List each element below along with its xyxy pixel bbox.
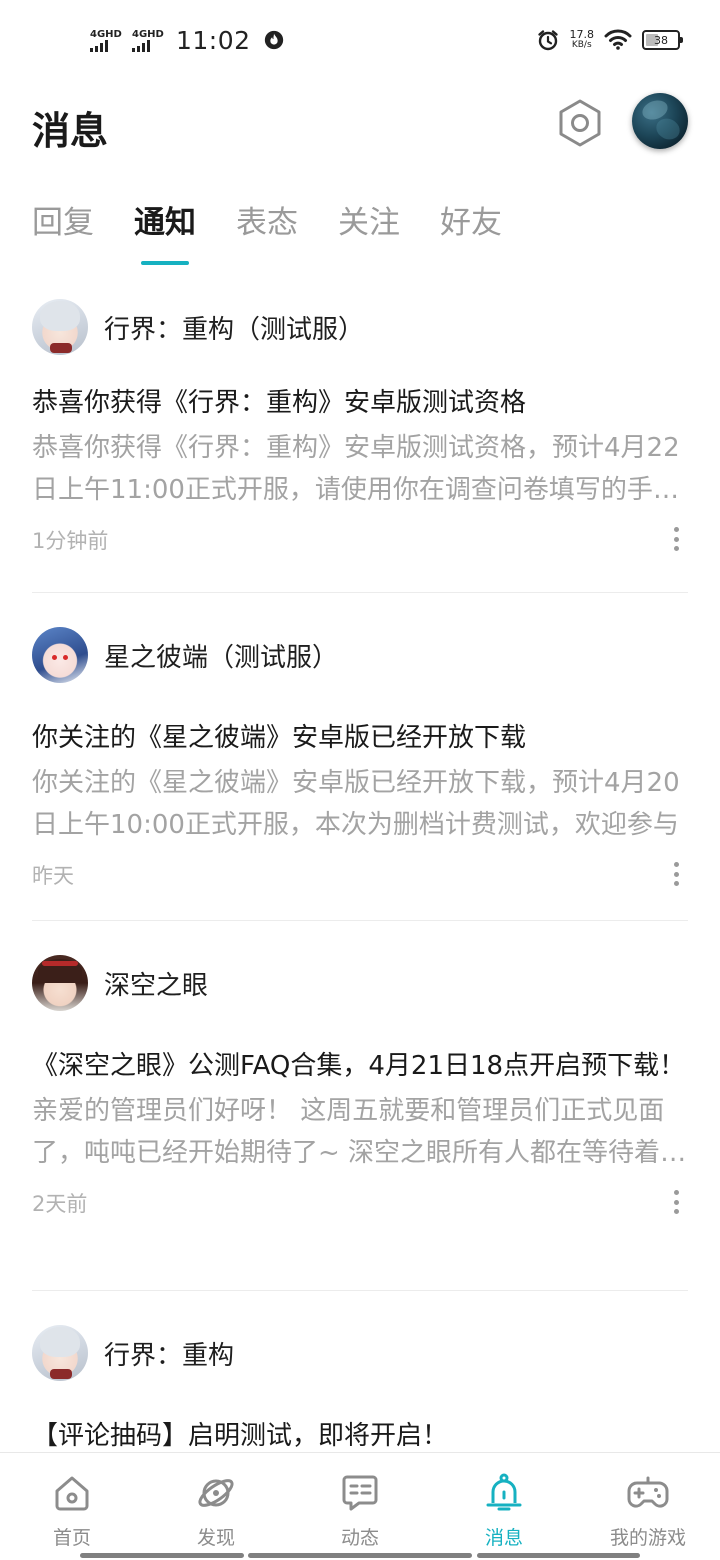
bell-icon — [482, 1471, 526, 1515]
active-tab-indicator — [141, 261, 189, 265]
notification-title: 【评论抽码】启明测试，即将开启！ — [32, 1421, 449, 1451]
flame-icon — [264, 30, 283, 50]
gesture-bar — [80, 1553, 244, 1558]
messages-screen: { "status_bar": { "net1": "4GHD", "net2"… — [0, 0, 720, 1560]
author-avatar[interactable] — [32, 627, 88, 683]
notification-card[interactable]: 行界：重构（测试服） 恭喜你获得《行界：重构》安卓版测试资格 恭喜你获得《行界：… — [32, 272, 688, 593]
settings-button[interactable] — [553, 96, 607, 150]
gesture-bar — [477, 1553, 640, 1558]
nav-label: 首页 — [52, 1527, 91, 1549]
notification-body: 恭喜你获得《行界：重构》安卓版测试资格，预计4月22日上午11:00正式开服，请… — [32, 433, 680, 505]
nav-label: 我的游戏 — [609, 1527, 686, 1549]
nav-discover[interactable]: 发现 — [144, 1453, 288, 1560]
message-tabs: 回复 通知 表态 关注 好友 — [32, 200, 542, 270]
gesture-bar — [248, 1553, 472, 1558]
nav-my-games[interactable]: 我的游戏 — [576, 1453, 720, 1560]
tab-label: 回复 — [32, 205, 94, 241]
more-options-icon[interactable] — [668, 1184, 684, 1220]
notification-title: 恭喜你获得《行界：重构》安卓版测试资格 — [32, 388, 527, 418]
notification-body: 你关注的《星之彼端》安卓版已经开放下载，预计4月20日上午10:00正式开服，本… — [32, 768, 680, 840]
author-name[interactable]: 星之彼端（测试服） — [104, 637, 338, 674]
gamepad-icon — [626, 1471, 670, 1515]
tab-friends[interactable]: 好友 — [440, 200, 502, 270]
notification-card[interactable]: 行界：重构 【评论抽码】启明测试，即将开启！ — [32, 1291, 688, 1452]
header: 消息 — [0, 80, 720, 170]
tab-label: 关注 — [338, 205, 400, 241]
tab-replies[interactable]: 回复 — [32, 200, 94, 270]
tab-follows[interactable]: 关注 — [338, 200, 400, 270]
author-name[interactable]: 深空之眼 — [104, 965, 208, 1002]
author-name[interactable]: 行界：重构 — [104, 1335, 234, 1372]
network-speed-unit: KB/s — [571, 40, 592, 50]
author-avatar[interactable] — [32, 1325, 88, 1381]
signal-indicator-1: 4GHD — [90, 29, 124, 52]
planet-icon — [194, 1471, 238, 1515]
alarm-clock-icon — [537, 30, 558, 51]
chat-bubble-icon — [338, 1471, 382, 1515]
card-author[interactable]: 行界：重构（测试服） — [32, 272, 688, 382]
network-type-label: 4GHD — [132, 28, 164, 40]
signal-indicator-2: 4GHD — [132, 29, 166, 52]
author-name[interactable]: 行界：重构（测试服） — [104, 309, 364, 346]
author-avatar[interactable] — [32, 299, 88, 355]
card-author[interactable]: 行界：重构 — [32, 1291, 688, 1415]
timestamp: 1分钟前 — [32, 529, 109, 553]
more-options-icon[interactable] — [668, 521, 684, 557]
battery-level: 38 — [654, 33, 668, 47]
status-bar: 4GHD 4GHD 11:02 17.8 KB/s 38 — [0, 0, 720, 80]
network-speed: 17.8 KB/s — [570, 29, 595, 51]
battery-icon: 38 — [642, 30, 683, 50]
notification-title: 你关注的《星之彼端》安卓版已经开放下载 — [32, 723, 527, 753]
status-bar-right: 17.8 KB/s 38 — [536, 24, 683, 56]
timestamp: 2天前 — [32, 1192, 88, 1216]
card-author[interactable]: 深空之眼 — [32, 921, 688, 1045]
network-speed-value: 17.8 — [569, 28, 595, 41]
notification-body: 亲爱的管理员们好呀！ 这周五就要和管理员们正式见面了，吨吨已经开始期待了~ 深空… — [32, 1096, 687, 1168]
author-avatar[interactable] — [32, 955, 88, 1011]
page-title: 消息 — [32, 109, 109, 153]
notification-title: 《深空之眼》公测FAQ合集，4月21日18点开启预下载！ — [32, 1051, 686, 1081]
timestamp: 昨天 — [32, 864, 74, 888]
nav-label: 发现 — [196, 1527, 235, 1549]
more-options-icon[interactable] — [668, 856, 684, 892]
tab-label: 好友 — [440, 205, 502, 241]
card-author[interactable]: 星之彼端（测试服） — [32, 593, 688, 717]
signal-bars-icon — [90, 39, 108, 52]
notification-card[interactable]: 星之彼端（测试服） 你关注的《星之彼端》安卓版已经开放下载 你关注的《星之彼端》… — [32, 593, 688, 921]
hexagon-settings-icon — [559, 99, 601, 147]
notification-list: 行界：重构（测试服） 恭喜你获得《行界：重构》安卓版测试资格 恭喜你获得《行界：… — [32, 272, 688, 1452]
bottom-navigation: 首页 发现 动态 消息 我的游戏 — [0, 1452, 720, 1560]
card-footer: 2天前 — [32, 1174, 688, 1274]
tab-notifications[interactable]: 通知 — [134, 200, 196, 270]
tab-reactions[interactable]: 表态 — [236, 200, 298, 270]
nav-messages[interactable]: 消息 — [432, 1453, 576, 1560]
nav-label: 消息 — [484, 1527, 523, 1549]
signal-bars-icon — [132, 39, 150, 52]
tab-label: 通知 — [134, 205, 196, 241]
network-type-label: 4GHD — [90, 28, 122, 40]
tab-label: 表态 — [236, 205, 298, 241]
status-bar-left: 4GHD 4GHD 11:02 — [90, 24, 285, 56]
nav-label: 动态 — [340, 1527, 379, 1549]
user-avatar-button[interactable] — [632, 93, 688, 149]
clock: 11:02 — [176, 25, 251, 55]
home-icon — [50, 1471, 94, 1515]
nav-home[interactable]: 首页 — [0, 1453, 144, 1560]
wifi-icon — [604, 29, 632, 50]
notification-card[interactable]: 深空之眼 《深空之眼》公测FAQ合集，4月21日18点开启预下载！ 亲爱的管理员… — [32, 921, 688, 1291]
nav-feed[interactable]: 动态 — [288, 1453, 432, 1560]
